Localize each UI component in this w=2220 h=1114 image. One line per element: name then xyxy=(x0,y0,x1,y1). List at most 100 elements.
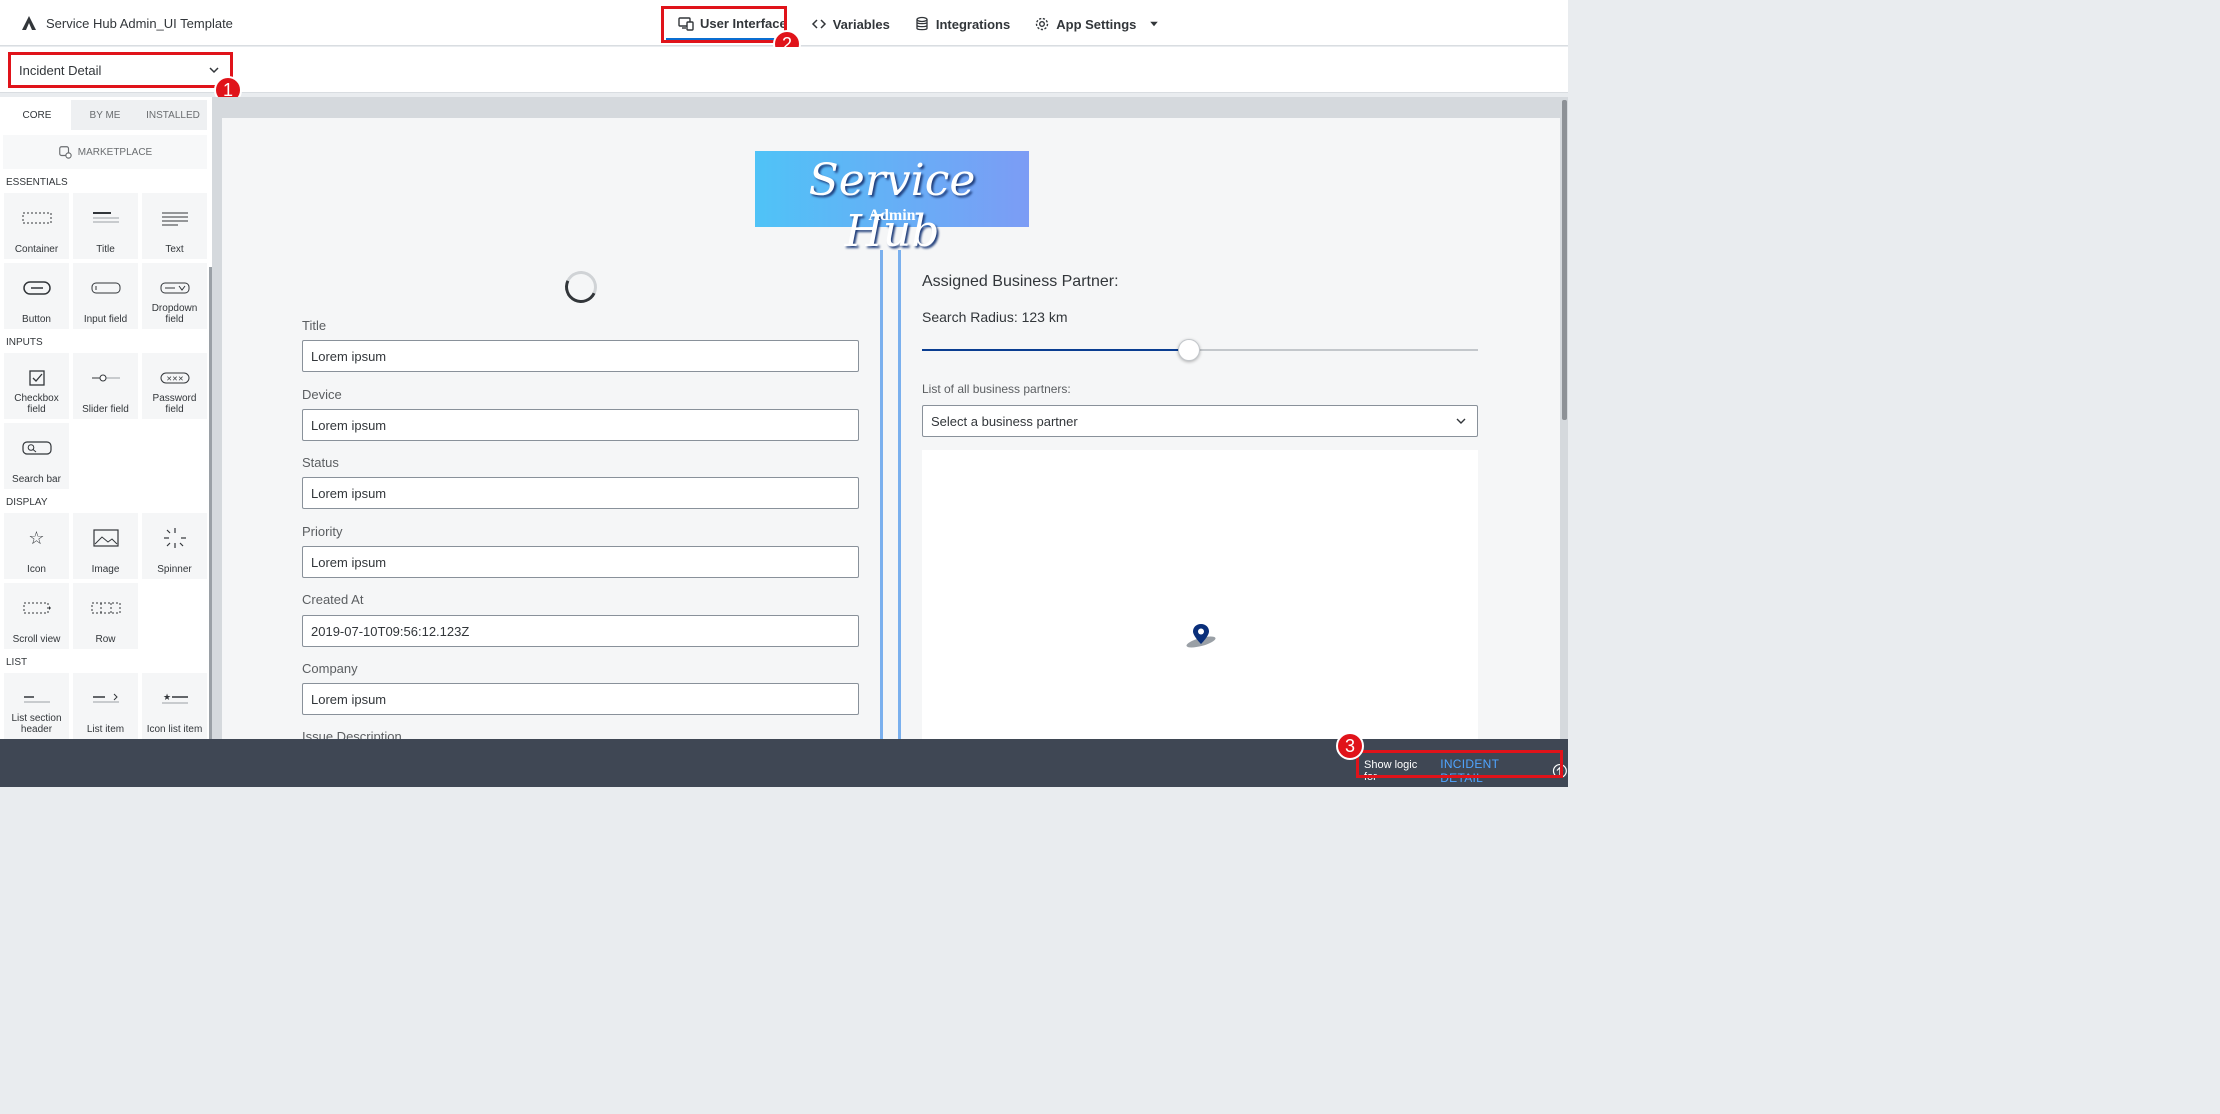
marketplace-button[interactable]: MARKETPLACE xyxy=(3,135,207,169)
tile-label: Icon list item xyxy=(146,724,203,735)
tab-by-me[interactable]: BY ME xyxy=(71,100,139,130)
field-label-created-at: Created At xyxy=(302,592,364,607)
partner-list-label: List of all business partners: xyxy=(922,382,1071,396)
nav-label: App Settings xyxy=(1056,16,1137,32)
tile-label: Search bar xyxy=(12,474,61,485)
nav-label: Integrations xyxy=(935,16,1011,32)
tile-image[interactable]: Image xyxy=(73,513,138,579)
database-icon xyxy=(916,16,928,31)
button-icon xyxy=(21,277,53,299)
logo-title: Service Hub xyxy=(808,155,976,257)
dropdown-icon xyxy=(159,277,191,299)
tile-input-field[interactable]: Input field xyxy=(73,263,138,329)
list-item-icon xyxy=(90,687,122,709)
tile-label: Scroll view xyxy=(12,634,61,645)
checkbox-icon xyxy=(21,367,53,389)
search-radius-text: Search Radius: 123 km xyxy=(922,309,1068,325)
svg-text:✕✕✕: ✕✕✕ xyxy=(166,375,184,383)
tab-installed[interactable]: INSTALLED xyxy=(139,100,207,130)
app-title: Service Hub Admin_UI Template xyxy=(46,15,233,31)
tile-dropdown-field[interactable]: Dropdown field xyxy=(142,263,207,329)
search-bar-icon xyxy=(21,437,53,459)
tile-checkbox-field[interactable]: Checkbox field xyxy=(4,353,69,419)
radius-slider-fill xyxy=(922,349,1189,351)
nav-app-settings[interactable]: App Settings xyxy=(1022,8,1172,40)
tile-label: Dropdown field xyxy=(151,303,198,325)
nav-variables[interactable]: Variables xyxy=(799,8,902,40)
text-icon xyxy=(159,207,191,229)
highlight-box-page-selector xyxy=(8,52,233,88)
tile-password-field[interactable]: ✕✕✕ Password field xyxy=(142,353,207,419)
title-icon xyxy=(90,207,122,229)
device-input[interactable]: Lorem ipsum xyxy=(302,409,859,441)
section-display: DISPLAY xyxy=(6,497,48,508)
section-list: LIST xyxy=(6,657,28,668)
tile-list-section-header[interactable]: List section header xyxy=(4,673,69,739)
tile-container[interactable]: Container xyxy=(4,193,69,259)
app-logo-icon xyxy=(22,16,36,30)
service-hub-logo: Service Hub Admin xyxy=(755,151,1029,257)
tile-icon[interactable]: ☆ Icon xyxy=(4,513,69,579)
slider-icon xyxy=(90,367,122,389)
chevron-down-icon xyxy=(1456,418,1466,424)
tile-label: List section header xyxy=(11,713,62,735)
tile-icon-list-item[interactable]: ★ Icon list item xyxy=(142,673,207,739)
caret-down-icon xyxy=(1150,21,1159,27)
tile-label: Password field xyxy=(152,393,197,415)
section-essentials: ESSENTIALS xyxy=(6,177,68,188)
tile-label: Image xyxy=(91,564,120,575)
tile-list-item[interactable]: List item xyxy=(73,673,138,739)
scroll-view-icon xyxy=(21,597,53,619)
spinner-icon xyxy=(159,527,191,549)
tile-search-bar[interactable]: Search bar xyxy=(4,423,69,489)
loading-spinner xyxy=(560,266,602,308)
column-divider-left xyxy=(880,250,883,740)
section-inputs: INPUTS xyxy=(6,337,43,348)
field-label-title: Title xyxy=(302,318,327,333)
column-divider-right xyxy=(898,250,901,740)
tile-label: Icon xyxy=(27,564,46,575)
marketplace-label: MARKETPLACE xyxy=(77,146,153,158)
marketplace-icon xyxy=(58,146,72,159)
star-icon: ☆ xyxy=(28,527,45,548)
nav-integrations[interactable]: Integrations xyxy=(902,8,1022,40)
component-palette: CORE BY ME INSTALLED MARKETPLACE ESSENTI… xyxy=(0,97,212,739)
gear-icon xyxy=(1036,17,1049,31)
page-canvas: Service Hub Admin Title Lorem ipsum Devi… xyxy=(222,118,1560,740)
highlight-box-user-interface xyxy=(661,6,787,43)
annotation-badge-3: 3 xyxy=(1336,732,1364,760)
business-partner-select[interactable]: Select a business partner xyxy=(922,405,1478,437)
tile-row[interactable]: Row xyxy=(73,583,138,649)
tile-title[interactable]: Title xyxy=(73,193,138,259)
assigned-partner-title: Assigned Business Partner: xyxy=(922,273,1119,290)
company-input[interactable]: Lorem ipsum xyxy=(302,683,859,715)
title-input[interactable]: Lorem ipsum xyxy=(302,340,859,372)
tile-label: Title xyxy=(96,244,115,255)
map-view[interactable] xyxy=(922,450,1478,740)
tile-text[interactable]: Text xyxy=(142,193,207,259)
field-label-company: Company xyxy=(302,661,358,676)
tile-label: Slider field xyxy=(82,404,129,415)
icon-list-item-icon: ★ xyxy=(159,687,191,709)
tile-label: Spinner xyxy=(157,564,192,575)
tile-spinner[interactable]: Spinner xyxy=(142,513,207,579)
row-icon xyxy=(90,597,122,619)
business-partner-placeholder: Select a business partner xyxy=(931,413,1078,429)
status-input[interactable]: Lorem ipsum xyxy=(302,477,859,509)
input-field-icon xyxy=(90,277,122,299)
app-brand: Service Hub Admin_UI Template xyxy=(20,14,233,32)
tab-core[interactable]: CORE xyxy=(3,100,71,130)
map-pin-icon xyxy=(1186,624,1216,648)
created-at-input[interactable]: 2019-07-10T09:56:12.123Z xyxy=(302,615,859,647)
highlight-box-show-logic xyxy=(1356,750,1563,778)
tile-button[interactable]: Button xyxy=(4,263,69,329)
tile-scroll-view[interactable]: Scroll view xyxy=(4,583,69,649)
radius-slider-knob[interactable] xyxy=(1177,339,1200,361)
svg-text:★: ★ xyxy=(163,693,171,703)
canvas-scrollbar[interactable] xyxy=(1562,100,1567,420)
priority-input[interactable]: Lorem ipsum xyxy=(302,546,859,578)
field-label-priority: Priority xyxy=(302,524,343,539)
bottom-bar: Show logic for INCIDENT DETAIL xyxy=(0,739,1568,787)
tile-label: Container xyxy=(14,244,59,255)
tile-slider-field[interactable]: Slider field xyxy=(73,353,138,419)
